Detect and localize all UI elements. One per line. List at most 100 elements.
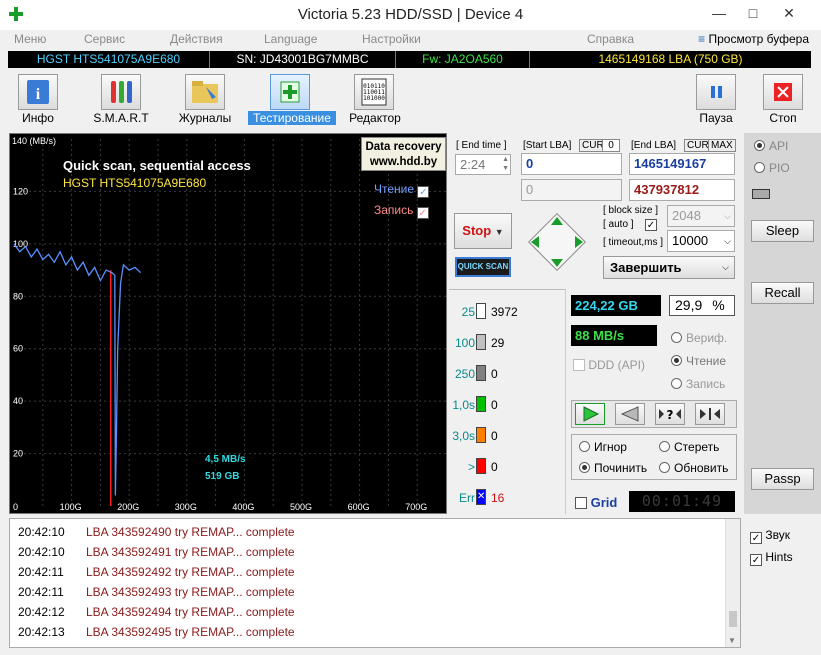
passp-button[interactable]: Passp — [751, 468, 814, 490]
binary-icon: 010110110011101000 — [361, 78, 387, 106]
logs-label: Журналы — [178, 111, 232, 125]
skip-end-button[interactable] — [695, 403, 725, 425]
erase-radio[interactable] — [659, 441, 670, 452]
read-legend-checkbox[interactable]: ✓ — [417, 186, 430, 198]
end-lba-field[interactable]: 1465149167 — [629, 153, 735, 175]
auto-checkbox[interactable]: ✓ — [645, 219, 657, 231]
menu-service[interactable]: Сервис — [84, 32, 125, 46]
reverse-button[interactable] — [615, 403, 645, 425]
ddd-api-checkbox[interactable] — [573, 359, 585, 371]
end-time-field[interactable]: 2:24 ▲ ▼ — [455, 154, 511, 175]
block-count-3: 0 — [491, 398, 498, 412]
end-time-spinner[interactable]: ▲ ▼ — [502, 155, 509, 173]
x-tick-label: 300G — [175, 502, 197, 512]
mode-verify[interactable]: Вериф. — [671, 331, 727, 345]
write-legend-label: Запись — [374, 203, 414, 217]
scroll-down-icon[interactable]: ▼ — [728, 636, 736, 645]
block-swatch-1 — [476, 334, 486, 350]
ignore-radio[interactable] — [579, 441, 590, 452]
drive-info-bar: HGST HTS541075A9E680 SN: JD43001BG7MMBC … — [8, 51, 811, 68]
log-message: LBA 343592491 try REMAP... complete — [86, 545, 295, 559]
block-count-2: 0 — [491, 367, 498, 381]
smart-button[interactable] — [101, 74, 141, 110]
testing-label: Тестирование — [248, 111, 336, 125]
maximize-button[interactable]: □ — [738, 2, 768, 24]
block-size-select[interactable]: 2048 ⌵ — [667, 205, 735, 227]
pio-option[interactable]: PIO — [754, 161, 790, 175]
menu-actions[interactable]: Действия — [170, 32, 223, 46]
block-count-6: 16 — [491, 491, 505, 505]
api-option[interactable]: API — [754, 139, 788, 153]
mode-write[interactable]: Запись — [671, 377, 725, 391]
progress-value: 29,9 — [675, 297, 703, 313]
buffer-view-button[interactable]: ≡ Просмотр буфера — [698, 32, 809, 46]
log-scrollbar[interactable]: ▼ — [725, 519, 740, 647]
grid-option[interactable]: Grid — [575, 495, 617, 510]
end-time-label: [ End time ] — [456, 140, 507, 151]
hints-option[interactable]: ✓ Hints — [750, 550, 793, 566]
sound-checkbox[interactable]: ✓ — [750, 532, 762, 544]
api-radio[interactable] — [754, 140, 765, 151]
sound-label: Звук — [765, 528, 790, 542]
event-log[interactable]: 20:42:10 LBA 343592490 try REMAP... compl… — [9, 518, 741, 648]
fix-radio[interactable] — [579, 462, 590, 473]
editor-button[interactable]: 010110 110011 101000 — [354, 74, 394, 110]
skip-unknown-button[interactable]: ? — [655, 403, 685, 425]
menu-help[interactable]: Справка — [587, 32, 634, 46]
hints-checkbox[interactable]: ✓ — [750, 554, 762, 566]
scan-stop-button[interactable]: Stop ▼ — [454, 213, 512, 249]
ddd-api-option[interactable]: DDD (API) — [573, 358, 645, 372]
repair-erase[interactable]: Стереть — [659, 440, 719, 454]
finish-action-value: Завершить — [610, 260, 682, 275]
repair-ignore[interactable]: Игнор — [579, 440, 627, 454]
update-radio[interactable] — [659, 462, 670, 473]
repair-fix[interactable]: Починить — [579, 461, 647, 475]
pause-button[interactable] — [696, 74, 736, 110]
log-scroll-thumb[interactable] — [729, 611, 737, 627]
end-max-button[interactable]: MAX — [708, 139, 736, 152]
svg-text:?: ? — [667, 408, 674, 422]
start-lba-label: [Start LBA] — [523, 140, 572, 151]
navigation-pad[interactable] — [523, 209, 591, 275]
folder-icon — [192, 81, 218, 103]
skip-end-icon — [700, 408, 720, 420]
finish-action-select[interactable]: Завершить ⌵ — [603, 256, 735, 279]
log-message: LBA 343592493 try REMAP... complete — [86, 585, 295, 599]
stop-button[interactable] — [763, 74, 803, 110]
menu-language[interactable]: Language — [264, 32, 317, 46]
block-swatch-2 — [476, 365, 486, 381]
grid-checkbox[interactable] — [575, 497, 587, 509]
block-label-4: 3,0s — [452, 429, 475, 443]
menu-settings[interactable]: Настройки — [362, 32, 421, 46]
block-label-2: 250 — [454, 367, 475, 381]
pio-radio[interactable] — [754, 162, 765, 173]
block-swatch-6: ✕ — [476, 489, 486, 505]
repair-update[interactable]: Обновить — [659, 461, 728, 475]
quick-scan-button[interactable]: QUICK SCAN — [455, 257, 511, 277]
recall-button[interactable]: Recall — [751, 282, 814, 304]
play-button[interactable] — [575, 403, 605, 425]
close-button[interactable]: ✕ — [774, 2, 804, 24]
timeout-select[interactable]: 10000 ⌵ — [667, 230, 735, 252]
menu-main[interactable]: Меню — [14, 32, 46, 46]
sleep-button[interactable]: Sleep — [751, 220, 814, 242]
write-legend-checkbox[interactable]: ✓ — [416, 207, 429, 219]
read-legend[interactable]: Чтение ✓ — [374, 182, 430, 198]
data-recovery-badge[interactable]: Data recovery www.hdd.by — [361, 137, 446, 171]
timeout-label: [ timeout,ms ] — [603, 237, 664, 248]
write-radio[interactable] — [671, 378, 682, 389]
testing-button[interactable] — [270, 74, 310, 110]
verify-label: Вериф. — [686, 331, 728, 345]
write-legend[interactable]: Запись ✓ — [374, 203, 429, 219]
logs-button[interactable] — [185, 74, 225, 110]
mode-read[interactable]: Чтение — [671, 354, 726, 368]
start-lba-field[interactable]: 0 — [521, 153, 622, 175]
info-button[interactable]: i — [18, 74, 58, 110]
read-radio[interactable] — [671, 355, 682, 366]
log-time: 20:42:12 — [18, 605, 65, 619]
verify-radio[interactable] — [671, 332, 682, 343]
graph-model: HGST HTS541075A9E680 — [63, 176, 207, 190]
block-label-6: Err — [459, 491, 475, 505]
sound-option[interactable]: ✓ Звук — [750, 528, 790, 544]
minimize-button[interactable]: — — [704, 2, 734, 24]
